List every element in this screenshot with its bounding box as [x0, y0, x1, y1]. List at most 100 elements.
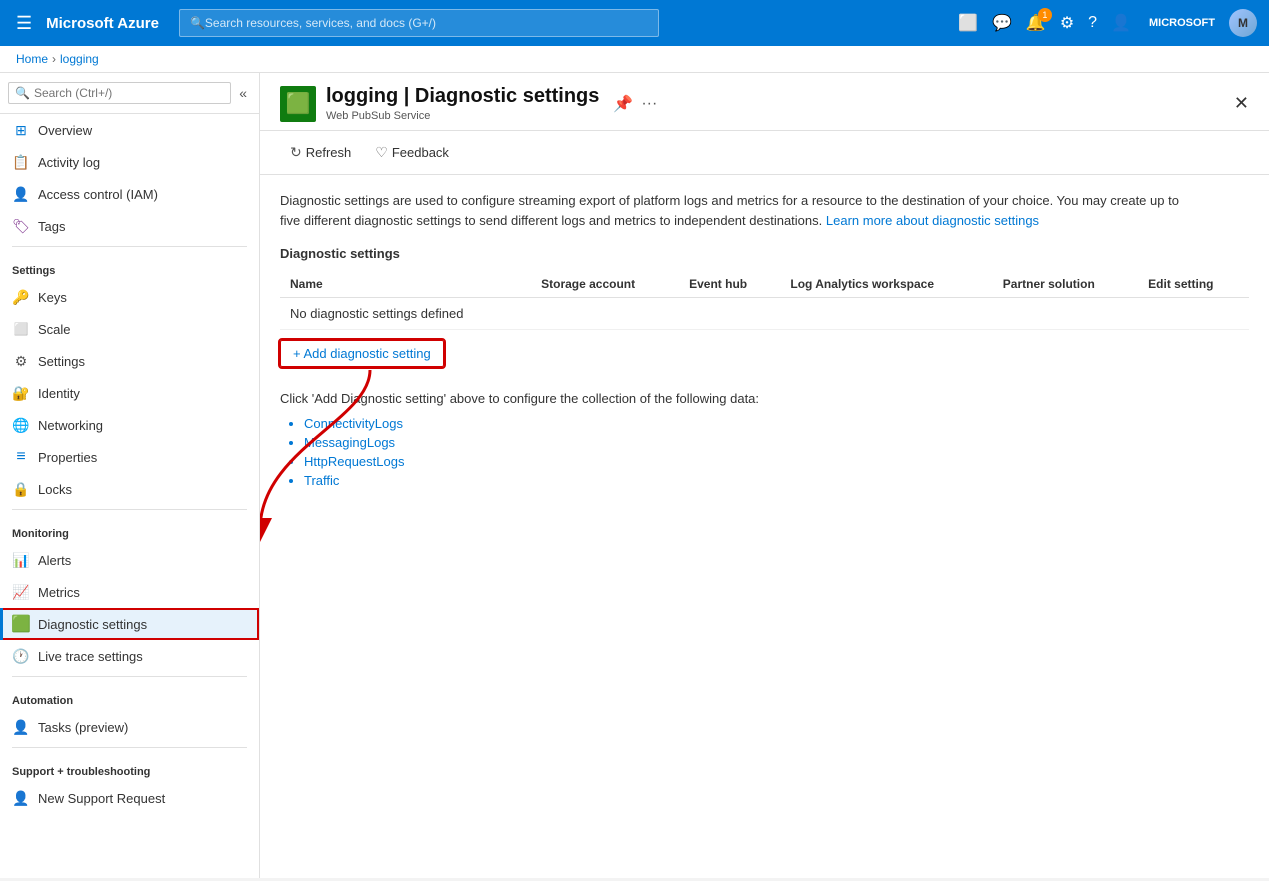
feedback-button[interactable]: ♡ Feedback: [365, 139, 459, 166]
nav-item-overview[interactable]: ⊞ Overview: [0, 114, 259, 146]
avatar[interactable]: M: [1229, 9, 1257, 37]
nav-label-keys: Keys: [38, 290, 67, 305]
user-label: MICROSOFT: [1149, 17, 1215, 29]
nav-item-new-support[interactable]: 👤 New Support Request: [0, 782, 259, 814]
nav-item-metrics[interactable]: 📈 Metrics: [0, 576, 259, 608]
cloud-shell-icon[interactable]: ⬜: [958, 13, 978, 33]
nav-label-access-control: Access control (IAM): [38, 187, 158, 202]
nav-item-networking[interactable]: 🌐 Networking: [0, 409, 259, 441]
nav-item-locks[interactable]: 🔒 Locks: [0, 473, 259, 505]
settings-nav-icon: ⚙: [12, 352, 30, 370]
configure-text: Click 'Add Diagnostic setting' above to …: [280, 391, 1249, 406]
list-item-traffic: Traffic: [304, 471, 1249, 490]
nav-label-activity-log: Activity log: [38, 155, 100, 170]
close-button[interactable]: ✕: [1234, 93, 1249, 114]
brand-logo: Microsoft Azure: [46, 15, 159, 32]
breadcrumb-current[interactable]: logging: [60, 52, 99, 66]
nav-item-settings[interactable]: ⚙ Settings: [0, 345, 259, 377]
description-text: Diagnostic settings are used to configur…: [280, 191, 1180, 230]
page-title-text: logging | Diagnostic settings Web PubSub…: [326, 85, 599, 122]
topnav-icons: ⬜ 💬 🔔 1 ⚙ ? 👤 MICROSOFT M: [958, 9, 1257, 37]
properties-icon: ≡: [12, 448, 30, 466]
nav-label-live-trace: Live trace settings: [38, 649, 143, 664]
sidebar-search-row: 🔍 «: [0, 73, 259, 114]
notifications-icon[interactable]: 🔔 1: [1026, 13, 1046, 33]
diagnostic-settings-icon: 🟩: [12, 615, 30, 633]
data-types-list: ConnectivityLogs MessagingLogs HttpReque…: [280, 414, 1249, 490]
toolbar: ↻ Refresh ♡ Feedback: [260, 131, 1269, 175]
nav-item-alerts[interactable]: 📊 Alerts: [0, 544, 259, 576]
col-partner: Partner solution: [993, 271, 1138, 298]
col-eventhub: Event hub: [679, 271, 780, 298]
col-storage: Storage account: [531, 271, 679, 298]
col-log-analytics: Log Analytics workspace: [780, 271, 992, 298]
activity-log-icon: 📋: [12, 153, 30, 171]
feedback-icon[interactable]: 💬: [992, 13, 1012, 33]
divider-automation: [12, 676, 247, 677]
settings-icon[interactable]: ⚙: [1060, 13, 1074, 33]
nav-label-overview: Overview: [38, 123, 92, 138]
pin-button[interactable]: 📌: [613, 94, 633, 114]
nav-label-locks: Locks: [38, 482, 72, 497]
diagnostic-settings-table: Name Storage account Event hub Log Analy…: [280, 271, 1249, 330]
section-label-settings: Settings: [0, 251, 259, 281]
col-name: Name: [280, 271, 531, 298]
no-data-message: No diagnostic settings defined: [280, 298, 531, 330]
nav-item-live-trace[interactable]: 🕐 Live trace settings: [0, 640, 259, 672]
search-input[interactable]: [205, 16, 648, 30]
breadcrumb-home[interactable]: Home: [16, 52, 48, 66]
sidebar-collapse-button[interactable]: «: [235, 81, 251, 105]
breadcrumb-separator: ›: [52, 52, 56, 66]
tasks-icon: 👤: [12, 718, 30, 736]
nav-label-diagnostic-settings: Diagnostic settings: [38, 617, 147, 632]
divider-monitoring: [12, 509, 247, 510]
page-title: logging | Diagnostic settings: [326, 85, 599, 108]
section-label-support: Support + troubleshooting: [0, 752, 259, 782]
nav-item-properties[interactable]: ≡ Properties: [0, 441, 259, 473]
add-diagnostic-setting-button[interactable]: + Add diagnostic setting: [280, 340, 444, 367]
nav-item-scale[interactable]: ⬜ Scale: [0, 313, 259, 345]
configure-section: Click 'Add Diagnostic setting' above to …: [280, 391, 1249, 490]
nav-item-access-control[interactable]: 👤 Access control (IAM): [0, 178, 259, 210]
networking-icon: 🌐: [12, 416, 30, 434]
locks-icon: 🔒: [12, 480, 30, 498]
nav-label-metrics: Metrics: [38, 585, 80, 600]
nav-item-tags[interactable]: 🏷 Tags: [0, 210, 259, 242]
page-icon: 🟩: [280, 86, 316, 122]
nav-item-identity[interactable]: 🔐 Identity: [0, 377, 259, 409]
nav-item-keys[interactable]: 🔑 Keys: [0, 281, 259, 313]
overview-icon: ⊞: [12, 121, 30, 139]
feedback-icon: ♡: [375, 144, 388, 161]
table-row-no-data: No diagnostic settings defined: [280, 298, 1249, 330]
hamburger-menu[interactable]: ☰: [12, 9, 36, 38]
nav-label-networking: Networking: [38, 418, 103, 433]
col-edit: Edit setting: [1138, 271, 1249, 298]
more-options-button[interactable]: ···: [641, 95, 657, 113]
help-icon[interactable]: ?: [1088, 14, 1097, 32]
page-subtitle: Web PubSub Service: [326, 110, 599, 122]
nav-item-activity-log[interactable]: 📋 Activity log: [0, 146, 259, 178]
nav-label-tags: Tags: [38, 219, 65, 234]
refresh-button[interactable]: ↻ Refresh: [280, 139, 361, 166]
list-item-connectivity: ConnectivityLogs: [304, 414, 1249, 433]
page-header: 🟩 logging | Diagnostic settings Web PubS…: [260, 73, 1269, 131]
divider-support: [12, 747, 247, 748]
nav-label-alerts: Alerts: [38, 553, 71, 568]
identity-icon: 🔐: [12, 384, 30, 402]
list-item-messaging: MessagingLogs: [304, 433, 1249, 452]
account-icon[interactable]: 👤: [1111, 13, 1131, 33]
sidebar-search-box[interactable]: 🔍: [8, 82, 231, 104]
metrics-icon: 📈: [12, 583, 30, 601]
learn-more-link[interactable]: Learn more about diagnostic settings: [826, 213, 1039, 228]
global-search[interactable]: 🔍: [179, 9, 659, 37]
sidebar: 🔍 « ⊞ Overview 📋 Activity log 👤 Access c…: [0, 73, 260, 878]
nav-item-diagnostic-settings[interactable]: 🟩 Diagnostic settings: [0, 608, 259, 640]
access-control-icon: 👤: [12, 185, 30, 203]
main-layout: 🔍 « ⊞ Overview 📋 Activity log 👤 Access c…: [0, 73, 1269, 878]
tags-icon: 🏷: [12, 217, 30, 235]
sidebar-search-input[interactable]: [34, 86, 224, 100]
nav-item-tasks[interactable]: 👤 Tasks (preview): [0, 711, 259, 743]
alerts-icon: 📊: [12, 551, 30, 569]
section-label-automation: Automation: [0, 681, 259, 711]
section-label-diag: Diagnostic settings: [280, 246, 1249, 261]
